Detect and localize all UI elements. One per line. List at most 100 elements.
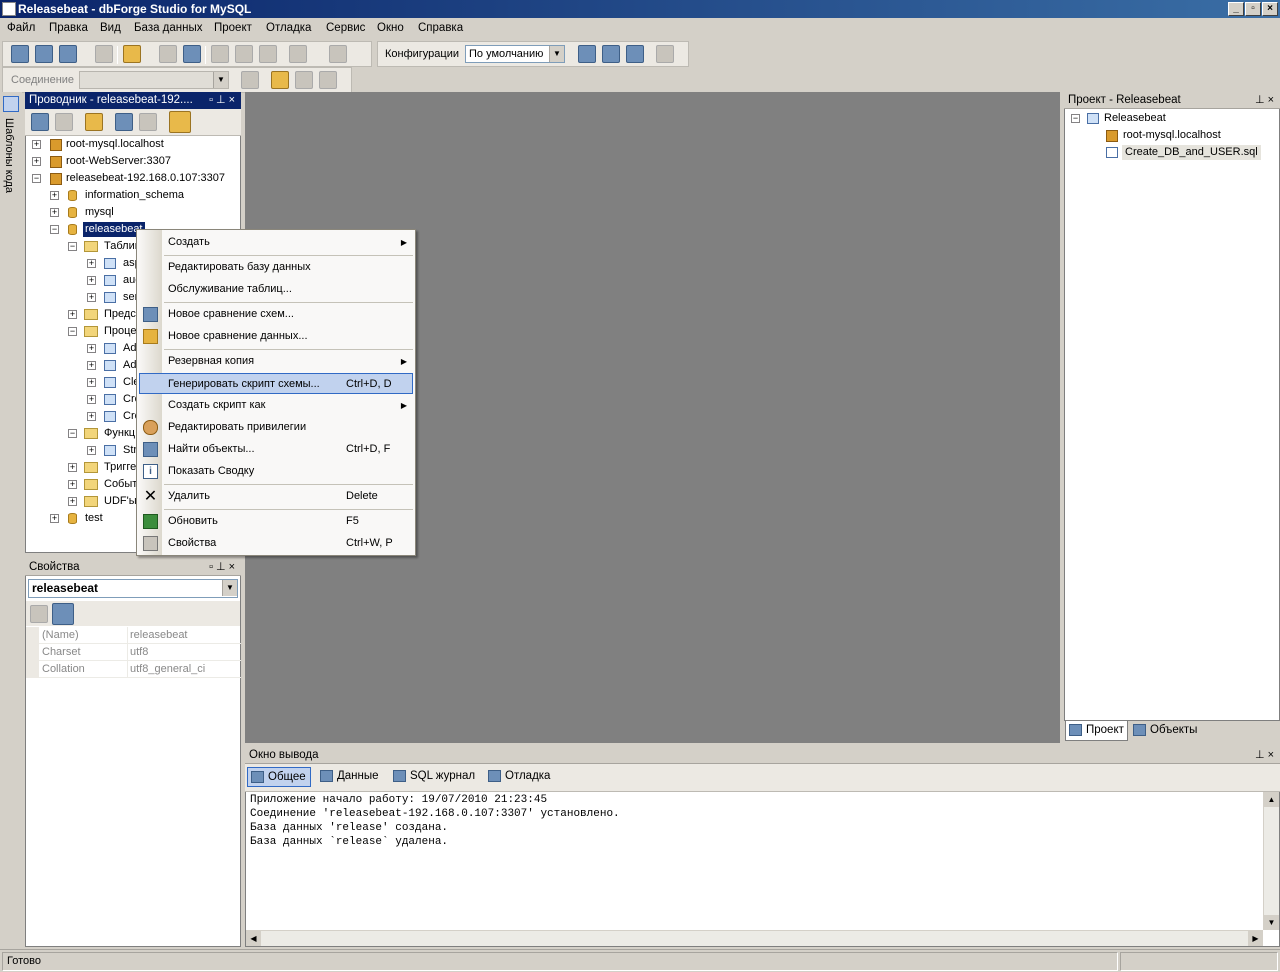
property-row[interactable]: Collation utf8_general_ci	[39, 661, 241, 678]
code-templates-strip[interactable]: Шаблоны кода	[0, 92, 22, 200]
output-tab-data[interactable]: Данные	[317, 767, 379, 787]
tab-objects[interactable]: Объекты	[1130, 721, 1200, 741]
close-button[interactable]: ×	[1262, 2, 1278, 16]
new-file-icon[interactable]	[95, 45, 113, 63]
output-line: Соединение 'releasebeat-192.168.0.107:33…	[250, 808, 620, 820]
menu-item-script-as[interactable]: Создать скрипт как ▶	[139, 395, 413, 416]
config-select[interactable]: По умолчанию ▼	[465, 45, 565, 63]
undo-icon[interactable]	[289, 45, 307, 63]
connection-select[interactable]: ▼	[79, 71, 229, 89]
panel-buttons[interactable]: ▫⊥×	[209, 559, 238, 576]
menu-window[interactable]: Окно	[377, 22, 404, 34]
settings-icon[interactable]	[656, 45, 674, 63]
menu-tools[interactable]: Сервис	[326, 22, 365, 34]
refresh-schema-icon[interactable]	[626, 45, 644, 63]
menu-item-refresh[interactable]: Обновить F5	[139, 511, 413, 532]
menu-item-properties[interactable]: Свойства Ctrl+W, P	[139, 533, 413, 554]
output-line: База данных `release` удалена.	[250, 836, 449, 848]
minimize-button[interactable]: _	[1228, 2, 1244, 16]
submenu-arrow-icon: ▶	[400, 401, 407, 410]
redo-icon[interactable]	[329, 45, 347, 63]
commit-icon[interactable]	[295, 71, 313, 89]
grid-icon[interactable]	[578, 45, 596, 63]
menu-item-schema-compare[interactable]: Новое сравнение схем...	[139, 304, 413, 325]
panel-buttons[interactable]: ▫⊥×	[209, 92, 238, 109]
output-line: База данных 'release' создана.	[250, 822, 449, 834]
refresh-icon[interactable]	[115, 113, 133, 131]
pin-icon[interactable]	[241, 71, 259, 89]
menu-help[interactable]: Справка	[418, 22, 463, 34]
app-icon	[2, 2, 16, 16]
user-privileges-icon	[143, 420, 158, 435]
new-query-icon[interactable]	[35, 45, 53, 63]
menu-item-table-maintenance[interactable]: Обслуживание таблиц...	[139, 279, 413, 300]
open-folder-icon[interactable]	[123, 45, 141, 63]
general-icon	[251, 771, 264, 783]
categorized-icon[interactable]	[30, 605, 48, 623]
menu-project[interactable]: Проект	[214, 22, 252, 34]
forward-icon[interactable]	[55, 113, 73, 131]
templates-icon	[3, 96, 19, 112]
menu-item-generate-schema-script[interactable]: Генерировать скрипт схемы... Ctrl+D, D	[139, 373, 413, 394]
properties-toggle-icon[interactable]	[169, 111, 191, 133]
chevron-down-icon[interactable]: ▼	[549, 46, 564, 62]
back-icon[interactable]	[31, 113, 49, 131]
output-tab-debug[interactable]: Отладка	[485, 767, 550, 787]
save-all-icon[interactable]	[183, 45, 201, 63]
horizontal-scrollbar[interactable]: ◀ ▶	[246, 930, 1263, 946]
submenu-arrow-icon: ▶	[400, 238, 407, 247]
chevron-down-icon[interactable]: ▼	[213, 72, 228, 88]
menu-item-show-summary[interactable]: i Показать Сводку	[139, 461, 413, 482]
title-bar: Releasebeat - dbForge Studio for MySQL _…	[0, 0, 1280, 18]
output-tab-sql-log[interactable]: SQL журнал	[390, 767, 475, 787]
properties-toolbar	[26, 601, 240, 626]
window-title: Releasebeat - dbForge Studio for MySQL	[18, 2, 252, 16]
alphabetical-icon[interactable]	[52, 603, 74, 625]
menu-item-edit-privileges[interactable]: Редактировать привилегии	[139, 417, 413, 438]
property-row[interactable]: (Name) releasebeat	[39, 627, 241, 644]
toolbar-separator	[117, 46, 118, 64]
project-header: Проект - Releasebeat ⊥×	[1064, 92, 1280, 109]
paste-icon[interactable]	[259, 45, 277, 63]
submenu-arrow-icon: ▶	[400, 357, 407, 366]
menu-item-edit-database[interactable]: Редактировать базу данных	[139, 257, 413, 278]
properties-object-select[interactable]: releasebeat ▼	[28, 579, 238, 598]
menu-item-delete[interactable]: ✕ Удалить Delete	[139, 486, 413, 507]
debug-icon	[488, 770, 501, 782]
connection-toolbar: Соединение ▼	[2, 67, 352, 93]
menu-item-create[interactable]: Создать ▶	[139, 232, 413, 253]
project-tabs: Проект Объекты	[1064, 721, 1280, 742]
panel-buttons[interactable]: ⊥×	[1255, 92, 1277, 109]
copy-icon[interactable]	[235, 45, 253, 63]
panel-buttons[interactable]: ⊥×	[1255, 747, 1277, 764]
menu-file[interactable]: Файл	[7, 22, 35, 34]
delete-icon[interactable]	[139, 113, 157, 131]
save-icon[interactable]	[159, 45, 177, 63]
menu-database[interactable]: База данных	[134, 22, 203, 34]
menu-view[interactable]: Вид	[100, 22, 121, 34]
new-sql-icon[interactable]	[11, 45, 29, 63]
menu-item-data-compare[interactable]: Новое сравнение данных...	[139, 326, 413, 347]
output-tab-general[interactable]: Общее	[247, 767, 311, 787]
properties-panel: releasebeat ▼ (Name) releasebeat Charset u…	[25, 576, 241, 947]
property-row[interactable]: Charset utf8	[39, 644, 241, 661]
menu-item-find-objects[interactable]: Найти объекты... Ctrl+D, F	[139, 439, 413, 460]
refresh-icon	[143, 514, 158, 529]
code-templates-label: Шаблоны кода	[3, 118, 15, 194]
menu-edit[interactable]: Правка	[49, 22, 88, 34]
properties-icon	[143, 536, 158, 551]
menu-item-backup[interactable]: Резервная копия ▶	[139, 351, 413, 372]
cut-icon[interactable]	[211, 45, 229, 63]
rollback-icon[interactable]	[319, 71, 337, 89]
maximize-button[interactable]: ▫	[1245, 2, 1261, 16]
edit-icon[interactable]	[271, 71, 289, 89]
output-header: Окно вывода ⊥×	[245, 747, 1280, 764]
output-text-area[interactable]: Приложение начало работу: 19/07/2010 21:…	[245, 792, 1280, 947]
new-table-icon[interactable]	[59, 45, 77, 63]
sync-icon[interactable]	[602, 45, 620, 63]
menu-debug[interactable]: Отладка	[266, 22, 311, 34]
chevron-down-icon[interactable]: ▼	[222, 580, 237, 596]
new-connection-icon[interactable]	[85, 113, 103, 131]
vertical-scrollbar[interactable]: ▲ ▼	[1263, 792, 1279, 930]
tab-project[interactable]: Проект	[1065, 721, 1128, 741]
